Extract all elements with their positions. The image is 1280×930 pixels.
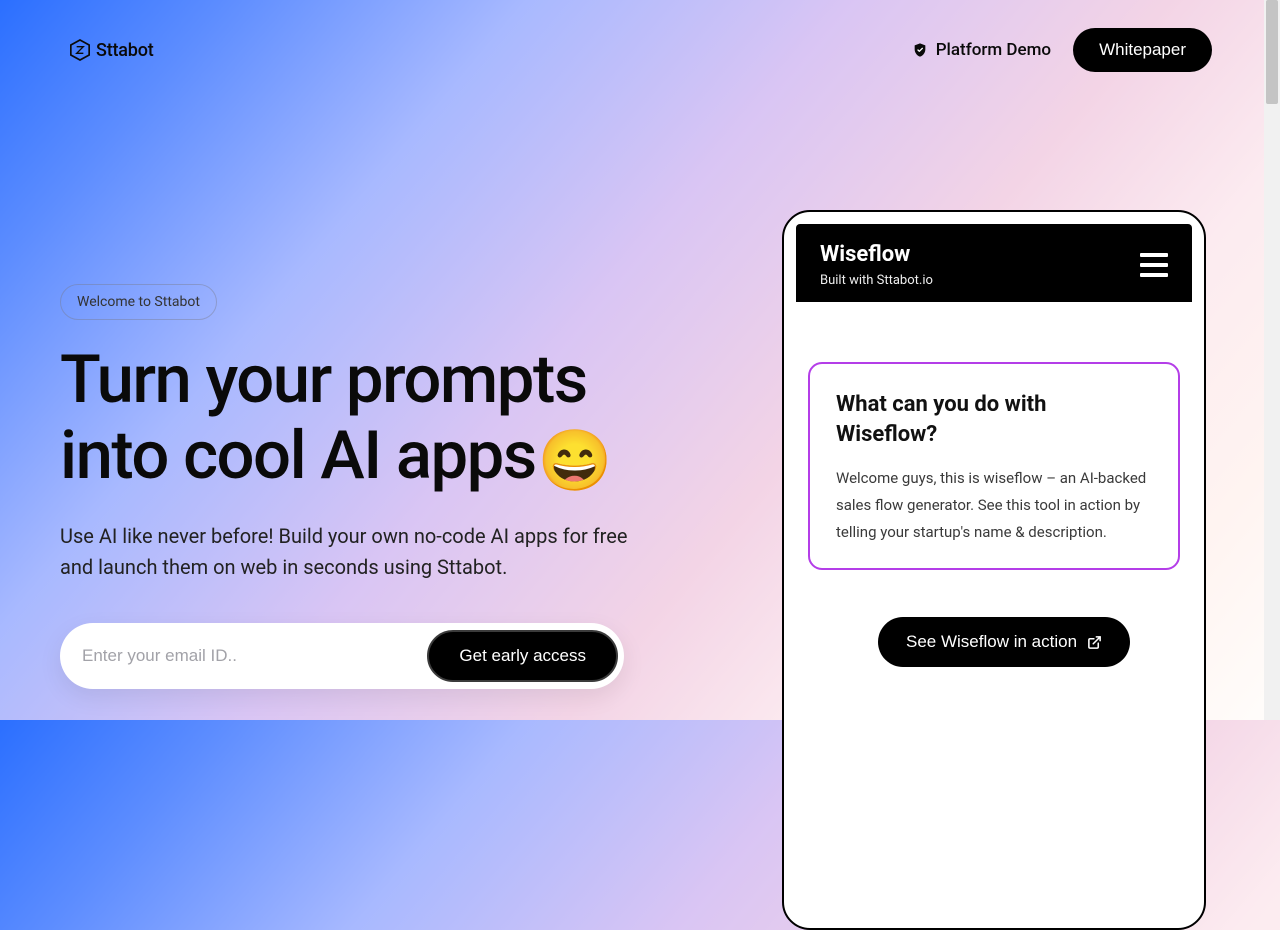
headline-line-2: into cool AI apps [60,417,536,495]
whitepaper-button[interactable]: Whitepaper [1073,28,1212,72]
welcome-badge: Welcome to Sttabot [60,284,217,320]
hero-headline: Turn your prompts into cool AI apps😄 [60,342,1280,495]
see-wiseflow-label: See Wiseflow in action [906,632,1077,652]
email-input[interactable] [82,646,427,666]
platform-demo-link[interactable]: Platform Demo [912,40,1051,60]
smile-emoji-icon: 😄 [538,431,611,491]
nav-right: Platform Demo Whitepaper [912,28,1212,72]
logo[interactable]: Sttabot [70,39,154,61]
hero-section: Welcome to Sttabot Turn your prompts int… [0,72,1280,689]
site-header: Sttabot Platform Demo Whitepaper [0,0,1280,72]
external-link-icon [1087,635,1102,650]
hero-subhead: Use AI like never before! Build your own… [60,521,630,583]
shield-icon [912,42,928,58]
get-early-access-button[interactable]: Get early access [427,630,618,682]
headline-line-1: Turn your prompts [60,341,587,419]
logo-text: Sttabot [96,40,154,61]
see-wiseflow-button[interactable]: See Wiseflow in action [878,617,1130,667]
logo-icon [70,39,90,61]
email-capture: Get early access [60,623,624,689]
platform-demo-label: Platform Demo [936,40,1051,60]
